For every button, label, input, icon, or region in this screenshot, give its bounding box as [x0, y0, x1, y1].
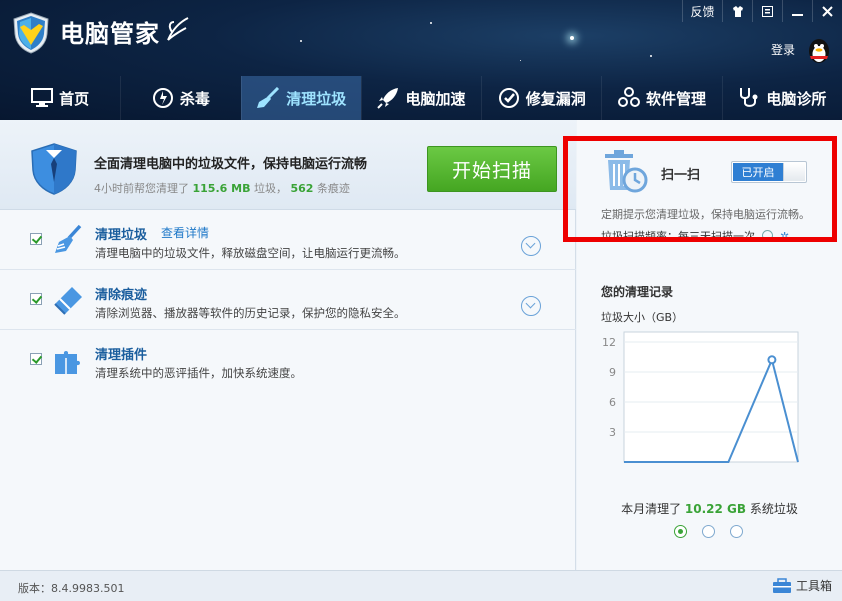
last-clean-summary: 4小时前帮您清理了 115.6 MB 垃圾， 562 条痕迹: [94, 180, 350, 196]
nav-label: 电脑诊所: [766, 89, 827, 108]
carousel-dots: [674, 525, 743, 538]
summary-suffix: 条痕迹: [316, 182, 350, 195]
toolbox-label: 工具箱: [795, 579, 832, 593]
nav-cleanup[interactable]: 清理垃圾: [240, 76, 361, 120]
stethoscope-icon: [740, 88, 758, 107]
nav-label: 电脑加速: [405, 89, 466, 108]
minimize-button[interactable]: [782, 0, 812, 22]
cleaned-size: 115.6 MB: [192, 182, 251, 195]
star-decor: [570, 36, 574, 40]
nav-label: 修复漏洞: [525, 89, 586, 108]
app-version-mark-icon: [167, 17, 189, 41]
view-details-link[interactable]: 查看详情: [161, 224, 209, 241]
task-clean-junk: 清理垃圾 查看详情 清理电脑中的垃圾文件，释放磁盘空间，让电脑运行更流畅。: [0, 210, 576, 270]
minimize-icon: [792, 13, 803, 16]
chart-plot-area: [623, 331, 799, 463]
toolbox-button[interactable]: 工具箱: [772, 577, 832, 594]
task-description: 清理系统中的恶评插件，加快系统速度。: [95, 366, 302, 380]
task-clear-traces: 清除痕迹 清除浏览器、播放器等软件的历史记录，保护您的隐私安全。: [0, 270, 576, 330]
y-tick-label: 6: [609, 396, 616, 409]
nav-label: 软件管理: [646, 89, 707, 108]
nav-home[interactable]: 首页: [0, 76, 120, 120]
expand-chevron-icon[interactable]: [521, 296, 541, 316]
rocket-icon: [377, 88, 399, 109]
version-label: 版本：8.4.9983.501: [18, 582, 125, 595]
summary-mid: 垃圾，: [253, 182, 287, 195]
task-clean-plugins: 清理插件 清理系统中的恶评插件，加快系统速度。: [0, 330, 576, 390]
nav-speedup[interactable]: 电脑加速: [360, 76, 481, 120]
task-checkbox[interactable]: [30, 293, 42, 305]
task-description: 清理电脑中的垃圾文件，释放磁盘空间，让电脑运行更流畅。: [95, 246, 406, 260]
star-decor: [300, 40, 302, 42]
task-title[interactable]: 清理垃圾: [95, 224, 147, 243]
main-nav: 首页 杀毒 清理垃圾 电脑加速 修复漏洞 软件管理 电脑诊所: [0, 76, 842, 120]
nav-software[interactable]: 软件管理: [601, 76, 721, 120]
software-icon: [618, 87, 641, 107]
repair-icon: [498, 88, 519, 108]
toolbox-icon: [772, 577, 791, 593]
summary-prefix: 本月清理了: [621, 502, 682, 516]
carousel-dot[interactable]: [730, 525, 743, 538]
broom-icon: [55, 224, 82, 253]
data-point: [767, 355, 777, 365]
star-decor: [430, 22, 432, 24]
title-bar: 电脑管家 反馈 登录 首页 杀毒 清理垃圾 电脑加速 修复漏洞 软件管理 电脑诊…: [0, 0, 842, 120]
y-tick-label: 9: [609, 366, 616, 379]
menu-icon: [762, 5, 773, 17]
start-scan-button[interactable]: 开始扫描: [427, 146, 557, 192]
task-checkbox[interactable]: [30, 233, 42, 245]
monitor-icon: [31, 88, 54, 107]
status-bar: 版本：8.4.9983.501 工具箱: [0, 570, 842, 601]
cleanup-history-chart: 12963 5月6月7月8月: [602, 331, 799, 463]
eraser-icon: [54, 287, 82, 315]
task-description: 清除浏览器、播放器等软件的历史记录，保护您的隐私安全。: [95, 306, 406, 320]
summary-prefix: 4小时前帮您清理了: [94, 182, 189, 195]
task-title[interactable]: 清理插件: [95, 344, 147, 363]
carousel-dot[interactable]: [702, 525, 715, 538]
expand-chevron-icon[interactable]: [521, 236, 541, 256]
summary-value: 10.22 GB: [684, 502, 747, 516]
close-icon: [822, 5, 833, 17]
highlight-frame: [563, 136, 837, 242]
close-button[interactable]: [812, 0, 842, 22]
task-checkbox[interactable]: [30, 353, 42, 365]
puzzle-icon: [55, 351, 80, 374]
qq-penguin-icon[interactable]: [806, 36, 832, 64]
window-controls: 反馈: [682, 0, 842, 22]
menu-button[interactable]: [752, 0, 782, 22]
nav-antivirus[interactable]: 杀毒: [120, 76, 240, 120]
record-title: 您的清理记录: [601, 285, 674, 299]
nav-repair[interactable]: 修复漏洞: [481, 76, 601, 120]
app-title: 电脑管家: [60, 20, 160, 48]
traces-count: 562: [290, 182, 314, 195]
cleanup-banner: 全面清理电脑中的垃圾文件，保持电脑运行流畅 4小时前帮您清理了 115.6 MB…: [0, 120, 576, 210]
feedback-button[interactable]: 反馈: [682, 0, 722, 22]
star-decor: [520, 60, 521, 61]
nav-label: 杀毒: [179, 89, 210, 108]
skin-button[interactable]: [722, 0, 752, 22]
nav-label: 首页: [59, 89, 90, 108]
logo-shield-icon: [13, 12, 49, 54]
task-title[interactable]: 清除痕迹: [95, 284, 147, 303]
cleanup-panel: 全面清理电脑中的垃圾文件，保持电脑运行流畅 4小时前帮您清理了 115.6 MB…: [0, 120, 576, 570]
broom-icon: [257, 87, 280, 108]
suit-shield-icon: [31, 143, 77, 195]
star-decor: [650, 55, 652, 57]
virus-icon: [152, 88, 173, 108]
summary-suffix: 系统垃圾: [749, 502, 798, 516]
login-link[interactable]: 登录: [771, 41, 795, 58]
monthly-summary: 本月清理了 10.22 GB 系统垃圾: [577, 500, 842, 517]
carousel-dot[interactable]: [674, 525, 687, 538]
shirt-icon: [732, 5, 743, 17]
nav-label: 清理垃圾: [286, 89, 347, 108]
y-tick-label: 3: [609, 426, 616, 439]
banner-title: 全面清理电脑中的垃圾文件，保持电脑运行流畅: [94, 157, 368, 172]
nav-clinic[interactable]: 电脑诊所: [721, 76, 842, 120]
y-tick-label: 12: [602, 336, 616, 349]
